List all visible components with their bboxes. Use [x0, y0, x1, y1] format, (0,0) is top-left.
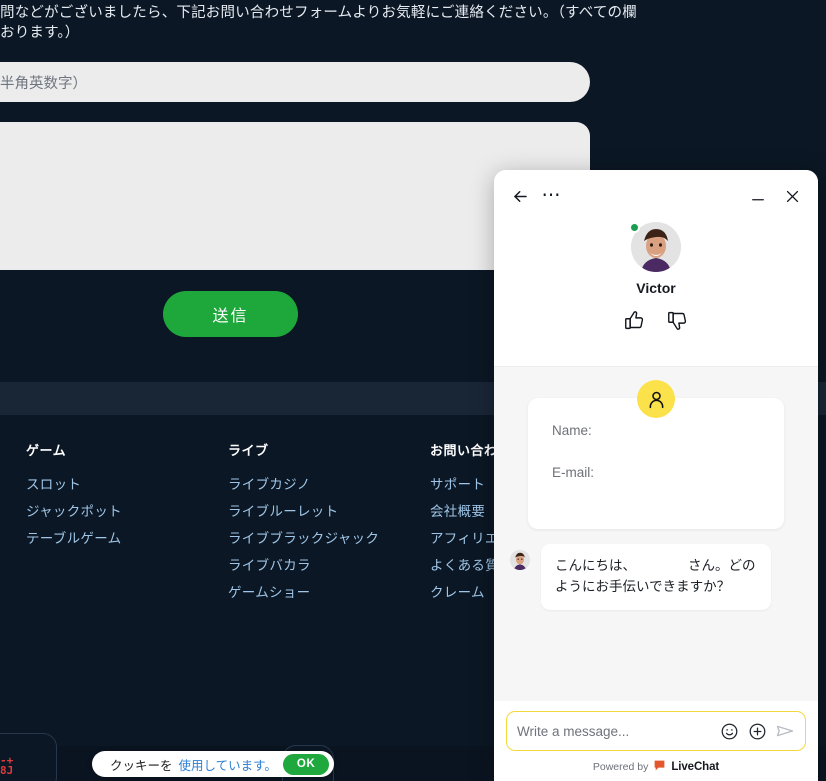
- thumbs-up-icon[interactable]: [624, 310, 645, 331]
- thumbs-down-icon[interactable]: [667, 310, 688, 331]
- intro-line-2: おります。）: [0, 25, 80, 41]
- agent-message-avatar: [510, 550, 530, 570]
- chat-message-area: Name: E-mail: こんにちは、 さん。どのようにお手伝いできますか？: [494, 366, 818, 701]
- footer-link-jackpot[interactable]: ジャックポット: [26, 498, 122, 525]
- online-status-dot: [629, 222, 640, 233]
- corner-widget-glyph: -+ 8J: [0, 754, 14, 777]
- agent-name: Victor: [636, 280, 676, 296]
- agent-message-bubble: こんにちは、 さん。どのようにお手伝いできますか？: [541, 544, 771, 610]
- prechat-email-row: E-mail:: [552, 465, 784, 480]
- close-icon[interactable]: [778, 182, 806, 210]
- livechat-brand-name: LiveChat: [671, 761, 720, 773]
- footer-link-live-baccarat[interactable]: ライブバカラ: [228, 552, 379, 579]
- cookie-policy-link[interactable]: 使用しています。: [179, 755, 277, 774]
- cookie-text: クッキーを: [110, 758, 173, 773]
- footer-link-slots[interactable]: スロット: [26, 471, 122, 498]
- footer-column-live: ライブ ライブカジノ ライブルーレット ライブブラックジャック ライブバカラ ゲ…: [228, 440, 379, 606]
- widget-header: ⋯ Victor: [494, 170, 818, 366]
- send-icon[interactable]: [773, 719, 797, 743]
- livechat-logo-icon: [653, 759, 666, 775]
- footer-link-live-blackjack[interactable]: ライブブラックジャック: [228, 525, 379, 552]
- prechat-name-label: Name:: [552, 423, 592, 438]
- footer-link-company[interactable]: 会社概要: [430, 498, 499, 525]
- intro-line-1: 問などがございましたら、下記お問い合わせフォームよりお気軽にご連絡ください。（す…: [0, 5, 637, 21]
- footer-column-games: ゲーム スロット ジャックポット テーブルゲーム: [26, 440, 122, 552]
- emoji-icon[interactable]: [717, 719, 741, 743]
- footer-link-game-show[interactable]: ゲームショー: [228, 579, 379, 606]
- cookie-ok-button[interactable]: OK: [282, 753, 330, 775]
- footer-heading-live: ライブ: [228, 443, 269, 458]
- powered-by-livechat: Powered by LiveChat: [506, 751, 806, 775]
- footer-heading-contact: お問い合わ: [430, 443, 498, 458]
- prechat-email-label: E-mail:: [552, 465, 595, 480]
- user-person-icon: [637, 380, 675, 418]
- minimize-icon[interactable]: [744, 182, 772, 210]
- contact-name-input[interactable]: 半角英数字）: [0, 62, 590, 102]
- agent-message-row: こんにちは、 さん。どのようにお手伝いできますか？: [510, 544, 771, 610]
- footer-heading-games: ゲーム: [26, 443, 67, 458]
- prechat-name-row: Name:: [552, 423, 784, 438]
- rating-controls: [494, 310, 818, 331]
- footer-link-support[interactable]: サポート: [430, 471, 499, 498]
- widget-footer: Powered by LiveChat: [494, 701, 818, 781]
- screenshot-root: 問などがございましたら、下記お問い合わせフォームよりお気軽にご連絡ください。（す…: [0, 0, 826, 781]
- footer-link-live-casino[interactable]: ライブカジノ: [228, 471, 379, 498]
- powered-by-label: Powered by: [592, 761, 649, 773]
- message-composer[interactable]: [506, 711, 806, 751]
- cookie-consent-bar: クッキーを 使用しています。 OK: [92, 751, 335, 777]
- ellipsis-menu-icon[interactable]: ⋯: [538, 182, 566, 210]
- footer-link-complaints[interactable]: クレーム: [430, 579, 499, 606]
- contact-name-placeholder: 半角英数字）: [0, 75, 87, 92]
- agent-message-text-before: こんにちは、: [555, 558, 636, 573]
- back-arrow-icon[interactable]: [506, 182, 534, 210]
- footer-column-contact: お問い合わ サポート 会社概要 アフィリエ よくある質 クレーム: [430, 440, 499, 606]
- footer-link-faq[interactable]: よくある質: [430, 552, 499, 579]
- plus-attach-icon[interactable]: [745, 719, 769, 743]
- agent-avatar-wrap: [629, 222, 681, 272]
- message-input[interactable]: [517, 723, 713, 739]
- footer-link-live-roulette[interactable]: ライブルーレット: [228, 498, 379, 525]
- footer-link-affiliate[interactable]: アフィリエ: [430, 525, 499, 552]
- footer-link-table-games[interactable]: テーブルゲーム: [26, 525, 122, 552]
- widget-topbar: ⋯: [494, 182, 818, 212]
- submit-button[interactable]: 送信: [163, 291, 298, 337]
- livechat-widget: ⋯ Victor Name: E-mail: こんにちは、 さん。どのようにお手…: [494, 170, 818, 781]
